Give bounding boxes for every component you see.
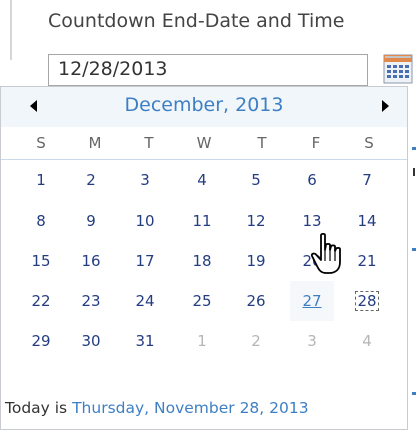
day-number: 1	[197, 332, 207, 350]
next-month-icon[interactable]	[382, 100, 389, 112]
day-cell[interactable]: 26	[234, 281, 278, 321]
day-number: 14	[357, 212, 377, 230]
hand-pointer-icon	[310, 232, 341, 274]
dow-wednesday: W	[196, 134, 212, 152]
day-cell[interactable]: 15	[19, 241, 63, 281]
day-cell[interactable]: 6	[290, 160, 334, 200]
dow-thursday: T	[257, 134, 267, 152]
day-cell[interactable]: 1	[19, 160, 63, 200]
date-picker-popup: December, 2013 S M T W T F S 1 2 3 4 5 6 7 8 9 10…	[0, 86, 408, 430]
day-cell[interactable]: 8	[19, 201, 63, 241]
edge-mark	[412, 147, 416, 150]
day-cell[interactable]: 17	[123, 241, 167, 281]
calendar-header: December, 2013	[1, 87, 407, 127]
day-cell[interactable]: 31	[123, 321, 167, 361]
day-number: 26	[246, 292, 266, 310]
day-number: 30	[81, 332, 101, 350]
day-number: 9	[86, 212, 96, 230]
day-number: 2	[86, 171, 96, 189]
today-prefix: Today is	[5, 399, 73, 417]
day-cell[interactable]: 25	[180, 281, 224, 321]
day-number: 31	[135, 332, 155, 350]
calendar-icon[interactable]	[383, 54, 413, 84]
day-cell[interactable]: 2	[234, 321, 278, 361]
day-number: 23	[81, 292, 101, 310]
day-cell[interactable]: 19	[234, 241, 278, 281]
day-number: 4	[362, 332, 372, 350]
day-cell[interactable]: 3	[123, 160, 167, 200]
day-number: 4	[197, 171, 207, 189]
day-number: 18	[192, 252, 212, 270]
edge-mark	[413, 168, 415, 176]
dow-friday: F	[311, 134, 321, 152]
day-number: 27	[302, 292, 322, 310]
edge-mark	[412, 392, 416, 395]
today-footer: Today is Thursday, November 28, 2013	[5, 399, 309, 417]
day-cell[interactable]: 16	[69, 241, 113, 281]
day-cell[interactable]: 22	[19, 281, 63, 321]
dow-tuesday: T	[144, 134, 154, 152]
day-number: 13	[302, 212, 322, 230]
day-cell[interactable]: 23	[69, 281, 113, 321]
day-cell[interactable]: 27	[290, 281, 334, 321]
date-input[interactable]: 12/28/2013	[48, 54, 368, 86]
day-of-week-row: S M T W T F S	[1, 127, 407, 160]
day-number: 2	[251, 332, 261, 350]
today-link[interactable]: Thursday, November 28, 2013	[72, 399, 309, 417]
day-number: 11	[192, 212, 212, 230]
day-cell[interactable]: 2	[69, 160, 113, 200]
day-number: 21	[357, 252, 377, 270]
day-cell[interactable]: 12	[234, 201, 278, 241]
day-number: 17	[135, 252, 155, 270]
day-cell[interactable]: 9	[69, 201, 113, 241]
dow-saturday: S	[364, 134, 374, 152]
dow-sunday: S	[36, 134, 46, 152]
day-cell[interactable]: 3	[290, 321, 334, 361]
day-number: 12	[246, 212, 266, 230]
day-cell[interactable]: 4	[345, 321, 389, 361]
day-number: 28	[355, 291, 379, 311]
day-number: 8	[36, 212, 46, 230]
dow-monday: M	[88, 134, 102, 152]
day-cell[interactable]: 21	[345, 241, 389, 281]
day-number: 22	[31, 292, 51, 310]
day-number: 10	[135, 212, 155, 230]
day-cell[interactable]: 30	[69, 321, 113, 361]
day-number: 7	[362, 171, 372, 189]
day-cell[interactable]: 14	[345, 201, 389, 241]
day-number: 3	[307, 332, 317, 350]
edge-mark	[412, 248, 416, 251]
month-title[interactable]: December, 2013	[1, 94, 407, 116]
day-number: 6	[307, 171, 317, 189]
day-number: 19	[246, 252, 266, 270]
day-number: 16	[81, 252, 101, 270]
day-cell[interactable]: 7	[345, 160, 389, 200]
day-number: 29	[31, 332, 51, 350]
day-cell[interactable]: 29	[19, 321, 63, 361]
day-number: 3	[140, 171, 150, 189]
day-cell[interactable]: 24	[123, 281, 167, 321]
left-divider	[10, 0, 12, 60]
day-number: 25	[192, 292, 212, 310]
day-cell[interactable]: 11	[180, 201, 224, 241]
day-cell[interactable]: 10	[123, 201, 167, 241]
field-label: Countdown End-Date and Time	[48, 10, 345, 32]
day-cell[interactable]: 1	[180, 321, 224, 361]
day-cell[interactable]: 5	[234, 160, 278, 200]
day-number: 15	[31, 252, 51, 270]
day-cell[interactable]: 18	[180, 241, 224, 281]
day-number: 5	[251, 171, 261, 189]
day-number: 1	[36, 171, 46, 189]
day-cell[interactable]: 4	[180, 160, 224, 200]
day-number: 24	[135, 292, 155, 310]
day-cell[interactable]: 28	[345, 281, 389, 321]
